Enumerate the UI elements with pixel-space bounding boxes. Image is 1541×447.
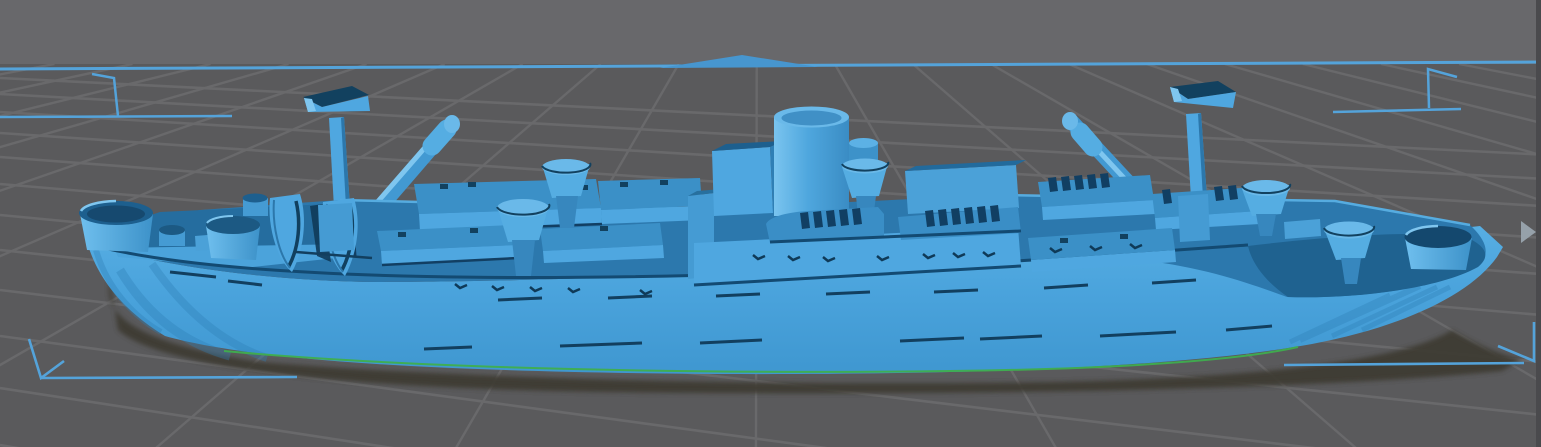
davit-post [243,194,269,217]
bow-capstan [159,225,185,246]
bow-gun-tub [79,201,153,252]
aft-hatch-1 [1038,173,1155,220]
stern-gun-tub [1405,226,1473,270]
mast-base-house [318,203,354,252]
3d-viewport[interactable] [0,0,1541,447]
fore-hatch-4 [540,223,664,263]
stern-box [1284,219,1321,239]
fore-hatch-2 [377,225,518,265]
aft-deckhouse-block [905,160,1026,214]
right-panel-strip [1536,0,1541,447]
funnel [774,117,849,216]
fore-hatch-3 [598,178,703,224]
expand-panel-arrow-icon[interactable] [1521,221,1536,243]
aft-mast-base [1178,194,1210,242]
background-upper [0,0,1541,64]
winch-tub [206,216,260,260]
